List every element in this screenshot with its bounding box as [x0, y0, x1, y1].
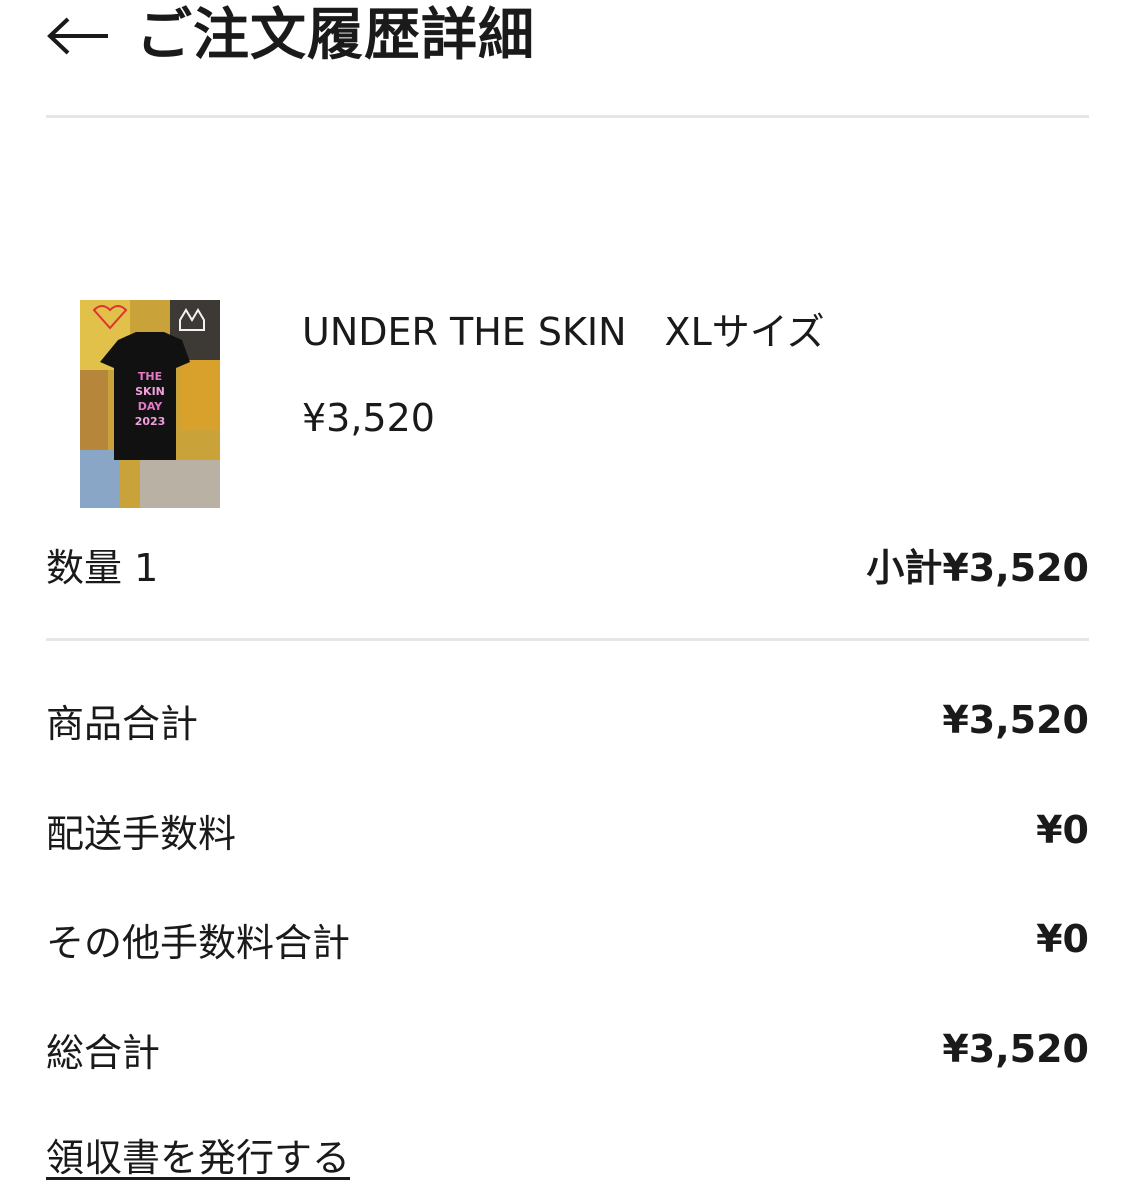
other-fees-label: その他手数料合計 [46, 920, 351, 965]
shipping-value: ¥0 [1036, 808, 1089, 852]
back-button[interactable] [46, 16, 110, 56]
product-photo-tshirt: THE SKIN DAY 2023 [80, 300, 220, 508]
svg-text:2023: 2023 [135, 415, 166, 428]
grand-total-label: 総合計 [46, 1030, 161, 1075]
other-fees-row: その他手数料合計 ¥0 [46, 914, 1089, 965]
summary-divider [46, 638, 1089, 641]
subtotal-value: 小計¥3,520 [866, 545, 1089, 590]
svg-text:SKIN: SKIN [135, 385, 165, 398]
product-total-label: 商品合計 [46, 701, 199, 746]
quantity-row: 数量 1 小計¥3,520 [46, 539, 1089, 590]
svg-text:DAY: DAY [138, 400, 164, 413]
grand-total-row: 総合計 ¥3,520 [46, 1024, 1089, 1075]
header-divider [46, 115, 1089, 118]
left-arrow-icon [47, 17, 108, 55]
other-fees-value: ¥0 [1036, 917, 1089, 961]
grand-total-value: ¥3,520 [942, 1027, 1089, 1071]
product-total-value: ¥3,520 [942, 698, 1089, 742]
header: ご注文履歴詳細 [46, 0, 1089, 72]
product-price: ¥3,520 [302, 396, 435, 440]
shipping-row: 配送手数料 ¥0 [46, 805, 1089, 856]
shipping-label: 配送手数料 [46, 811, 237, 856]
page-title: ご注文履歴詳細 [136, 3, 535, 68]
product-name[interactable]: UNDER THE SKIN XLサイズ [302, 310, 825, 354]
quantity-label: 数量 1 [46, 545, 159, 590]
issue-receipt-link[interactable]: 領収書を発行する [46, 1133, 350, 1183]
product-image[interactable]: THE SKIN DAY 2023 [80, 300, 220, 508]
svg-text:THE: THE [138, 370, 162, 383]
product-total-row: 商品合計 ¥3,520 [46, 695, 1089, 746]
